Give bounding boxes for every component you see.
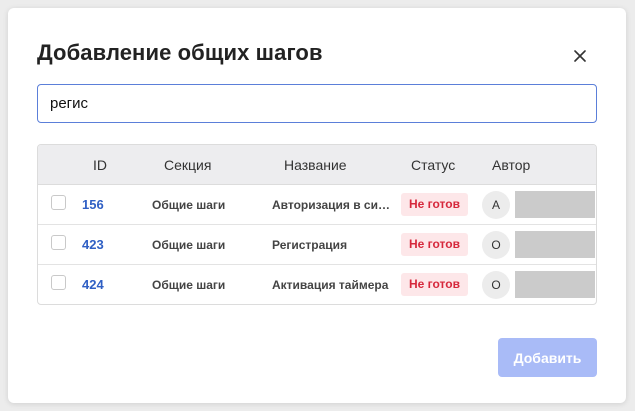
author-avatar: А [482, 191, 510, 219]
step-name: Авторизация в системе [272, 198, 390, 212]
row-checkbox[interactable] [51, 275, 66, 290]
table-row[interactable]: 423 Общие шаги Регистрация Не готов О [38, 225, 596, 265]
step-section: Общие шаги [152, 278, 226, 292]
status-badge: Не готов [401, 273, 468, 296]
search-input[interactable] [37, 84, 597, 123]
status-badge: Не готов [401, 233, 468, 256]
step-name: Регистрация [272, 238, 348, 252]
step-id-link[interactable]: 156 [82, 185, 104, 225]
author-avatar: О [482, 271, 510, 299]
row-checkbox[interactable] [51, 195, 66, 210]
status-badge: Не готов [401, 193, 468, 216]
row-checkbox[interactable] [51, 235, 66, 250]
dialog-title: Добавление общих шагов [37, 40, 323, 65]
steps-table: ID Секция Название Статус Автор 156 Общи… [37, 144, 597, 305]
step-id-link[interactable]: 424 [82, 265, 104, 304]
step-id-link[interactable]: 423 [82, 225, 104, 265]
author-name-redacted [515, 271, 595, 298]
column-header-id: ID [93, 157, 107, 173]
table-row[interactable]: 156 Общие шаги Авторизация в системе Не … [38, 185, 596, 225]
column-header-name: Название [284, 157, 347, 173]
table-header: ID Секция Название Статус Автор [38, 145, 596, 185]
add-common-steps-dialog: Добавление общих шагов ID Секция Названи… [8, 8, 626, 403]
column-header-status: Статус [411, 157, 456, 173]
close-icon [574, 50, 586, 62]
author-name-redacted [515, 231, 595, 258]
column-header-section: Секция [164, 157, 212, 173]
close-button[interactable] [569, 45, 591, 67]
step-name: Активация таймера [272, 278, 389, 292]
author-name-redacted [515, 191, 595, 218]
step-section: Общие шаги [152, 238, 226, 252]
column-header-author: Автор [492, 157, 531, 173]
step-section: Общие шаги [152, 198, 226, 212]
author-avatar: О [482, 231, 510, 259]
table-row[interactable]: 424 Общие шаги Активация таймера Не гото… [38, 265, 596, 304]
add-button[interactable]: Добавить [498, 338, 597, 377]
